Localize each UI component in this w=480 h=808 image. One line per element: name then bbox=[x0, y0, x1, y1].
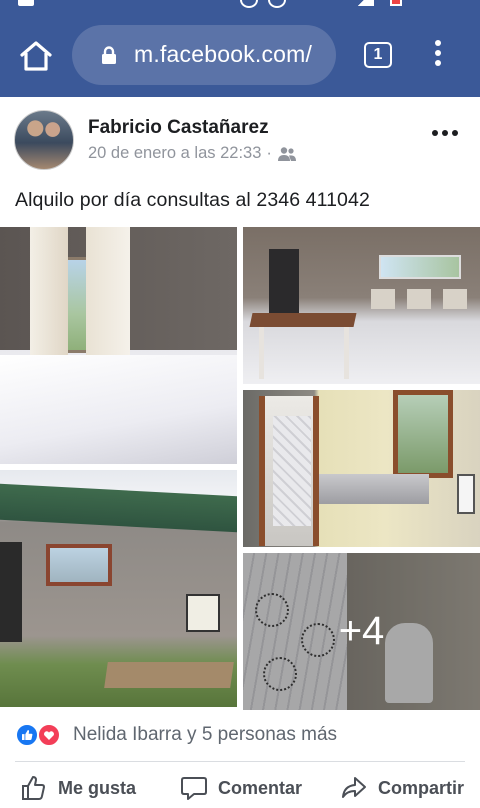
photo-bathroom-more[interactable]: +4 bbox=[243, 553, 480, 710]
thumbs-up-icon bbox=[22, 776, 45, 800]
photo-living-room[interactable] bbox=[243, 227, 480, 384]
more-photos-count: +4 bbox=[338, 609, 385, 653]
love-reaction-icon bbox=[37, 723, 61, 747]
signal-icon bbox=[352, 0, 374, 6]
status-icons bbox=[240, 0, 286, 8]
author-name[interactable]: Fabricio Castañarez bbox=[88, 117, 269, 139]
like-button[interactable]: Me gusta bbox=[20, 773, 136, 803]
share-label: Compartir bbox=[378, 777, 465, 798]
photo-house-exterior[interactable] bbox=[0, 470, 237, 707]
address-bar[interactable]: m.facebook.com/ bbox=[72, 25, 336, 85]
post-actions: Me gusta Comentar Compartir bbox=[0, 773, 480, 803]
comment-button[interactable]: Comentar bbox=[180, 773, 302, 803]
like-reaction-icon bbox=[15, 723, 39, 747]
status-bar bbox=[0, 0, 480, 14]
tab-switcher-button[interactable]: 1 bbox=[364, 42, 392, 68]
divider bbox=[15, 761, 465, 762]
reactions-text: Nelida Ibarra y 5 personas más bbox=[73, 724, 338, 745]
meta-separator: · bbox=[266, 144, 272, 162]
photo-kitchen[interactable] bbox=[243, 390, 480, 547]
post-options-icon[interactable] bbox=[432, 127, 462, 139]
friends-audience-icon bbox=[277, 146, 296, 161]
post-card: Fabricio Castañarez 20 de enero a las 22… bbox=[0, 97, 480, 808]
browser-toolbar: m.facebook.com/ 1 bbox=[0, 14, 480, 97]
share-icon bbox=[342, 777, 366, 798]
lock-icon bbox=[102, 46, 116, 64]
reactions-summary[interactable]: Nelida Ibarra y 5 personas más bbox=[15, 721, 337, 749]
post-timestamp[interactable]: 20 de enero a las 22:33 bbox=[88, 144, 261, 163]
post-text: Alquilo por día consultas al 2346 411042 bbox=[15, 189, 370, 211]
post-meta: 20 de enero a las 22:33 · bbox=[88, 144, 297, 163]
avatar[interactable] bbox=[14, 110, 74, 170]
comment-label: Comentar bbox=[218, 777, 303, 798]
share-button[interactable]: Compartir bbox=[340, 773, 464, 803]
browser-menu-icon[interactable] bbox=[428, 40, 448, 70]
notification-icon bbox=[18, 0, 34, 6]
battery-icon bbox=[390, 0, 402, 6]
url-text: m.facebook.com/ bbox=[134, 41, 313, 67]
photo-bedroom[interactable] bbox=[0, 227, 237, 464]
like-label: Me gusta bbox=[58, 777, 137, 798]
comment-icon bbox=[181, 777, 207, 800]
home-icon[interactable] bbox=[18, 38, 54, 74]
